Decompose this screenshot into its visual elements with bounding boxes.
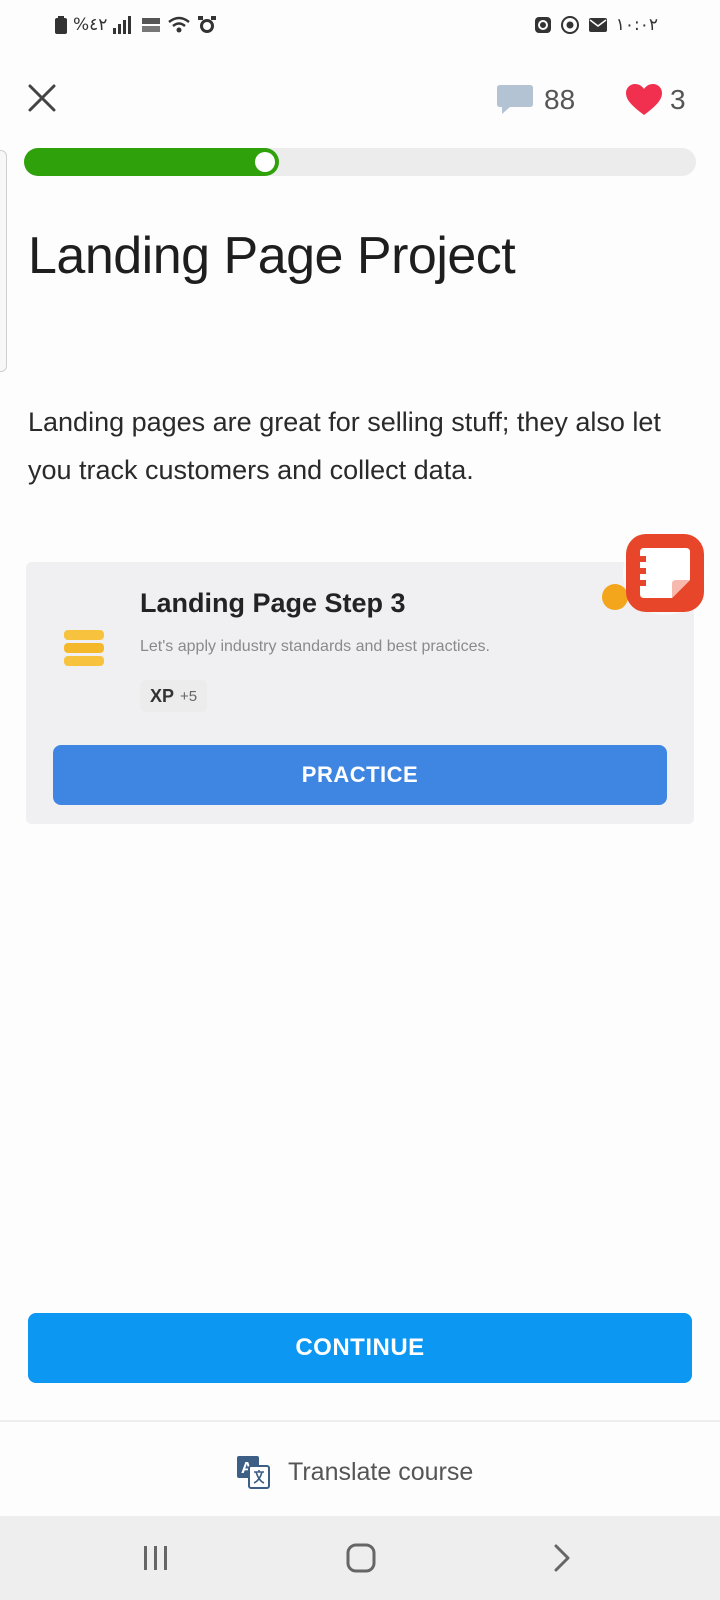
floating-notes-button[interactable] — [620, 528, 710, 618]
card-title: Landing Page Step 3 — [140, 588, 406, 618]
progress-knob — [255, 152, 275, 172]
comments-count: 88 — [544, 84, 576, 115]
lives-indicator: 3 — [626, 80, 686, 120]
back-button[interactable] — [532, 1536, 592, 1580]
home-icon — [346, 1543, 376, 1573]
lesson-description: Landing pages are great for selling stuf… — [28, 407, 661, 485]
sync-icon — [534, 16, 552, 34]
status-right-group: ١٠:٠٢ — [534, 12, 658, 38]
system-nav-bar — [0, 1516, 720, 1600]
home-button[interactable] — [331, 1536, 391, 1580]
progress-fill — [24, 148, 279, 176]
lesson-progress-bar — [24, 148, 696, 176]
chevron-right-icon — [554, 1544, 570, 1572]
mail-icon — [588, 16, 608, 34]
xp-badge: XP +5 — [140, 680, 208, 712]
speech-bubble-icon — [497, 85, 533, 114]
recent-apps-button[interactable] — [126, 1536, 186, 1580]
lives-count: 3 — [670, 84, 686, 115]
translate-label: Translate course — [288, 1457, 474, 1486]
whatsapp-icon — [560, 15, 580, 35]
battery-icon — [55, 16, 67, 34]
continue-button[interactable]: CONTINUE — [28, 1313, 692, 1383]
status-time: ١٠:٠٢ — [615, 15, 658, 35]
wifi-icon — [167, 16, 191, 34]
xp-label: XP — [150, 685, 175, 706]
translate-course-button[interactable]: A Translate course — [236, 1452, 473, 1492]
status-bar: %٤٢ ١٠:٠٢ — [0, 0, 720, 50]
sticky-note-icon — [623, 531, 707, 615]
footer-divider — [0, 1420, 720, 1422]
recent-apps-icon — [144, 1546, 167, 1570]
heart-icon — [626, 84, 662, 115]
status-left-group: %٤٢ — [55, 12, 217, 38]
alarm-icon — [197, 15, 217, 35]
close-button[interactable] — [24, 80, 60, 116]
comments-button[interactable]: 88 — [496, 80, 575, 120]
close-icon — [28, 84, 56, 112]
translate-icon: A — [237, 1456, 270, 1489]
page-title: Landing Page Project — [28, 227, 516, 285]
signal-icon — [113, 16, 135, 34]
volte-icon — [141, 16, 161, 34]
practice-button[interactable]: PRACTICE — [53, 745, 667, 805]
practice-card: Landing Page Step 3 Let's apply industry… — [26, 562, 694, 824]
stack-icon — [62, 628, 106, 668]
battery-percent: %٤٢ — [73, 15, 108, 35]
xp-value: +5 — [180, 687, 198, 705]
edge-panel-handle[interactable] — [0, 150, 7, 372]
card-subtitle: Let's apply industry standards and best … — [140, 638, 490, 655]
